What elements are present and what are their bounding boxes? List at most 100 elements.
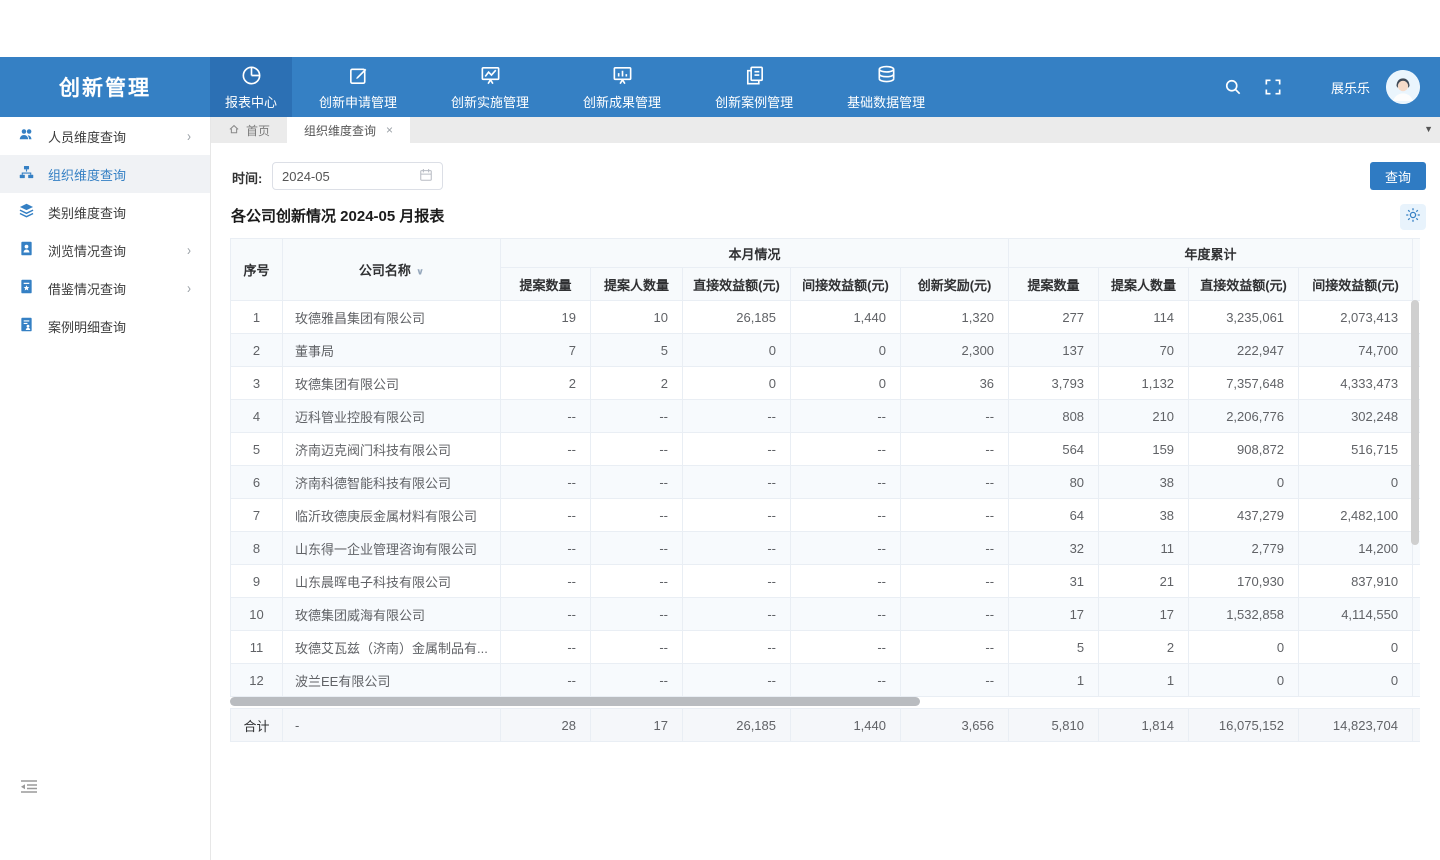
tab-list-dropdown-icon[interactable]: ▼ bbox=[1424, 124, 1433, 134]
table-row[interactable]: 2董事局75002,30013770222,94774,700 bbox=[231, 334, 1421, 367]
date-input[interactable]: 2024-05 bbox=[272, 162, 443, 190]
table-settings-button[interactable] bbox=[1400, 204, 1426, 230]
avatar[interactable] bbox=[1386, 70, 1420, 104]
fullscreen-icon[interactable] bbox=[1263, 77, 1283, 97]
nav-label: 报表中心 bbox=[225, 92, 277, 111]
table-row[interactable]: 1玫德雅昌集团有限公司191026,1851,4401,3202771143,2… bbox=[231, 301, 1421, 334]
cell-month-value: -- bbox=[901, 400, 1009, 433]
cell-month-value: -- bbox=[791, 499, 901, 532]
col-header-company[interactable]: 公司名称 ∨ bbox=[283, 239, 501, 301]
total-label: 合计 bbox=[231, 709, 283, 742]
cell-month-value: -- bbox=[901, 433, 1009, 466]
cell-month-value: -- bbox=[791, 598, 901, 631]
sidebar-item-case-detail[interactable]: 案例明细查询 bbox=[0, 307, 210, 345]
table-row[interactable]: 11玫德艾瓦兹（济南）金属制品有...----------5200 bbox=[231, 631, 1421, 664]
badge-person-icon bbox=[19, 241, 34, 259]
tab-home[interactable]: 首页 bbox=[211, 117, 287, 143]
cell-year-value: 21 bbox=[1099, 565, 1189, 598]
table-row[interactable]: 7临沂玫德庚辰金属材料有限公司----------6438437,2792,48… bbox=[231, 499, 1421, 532]
cell-month-value: -- bbox=[591, 664, 683, 697]
home-icon bbox=[228, 123, 240, 138]
cell-year-value: 437,279 bbox=[1189, 499, 1299, 532]
cell-month-value: -- bbox=[901, 565, 1009, 598]
total-month-value: 28 bbox=[501, 709, 591, 742]
table-row[interactable]: 12波兰EE有限公司----------1100 bbox=[231, 664, 1421, 697]
vertical-scrollbar[interactable] bbox=[1411, 300, 1419, 545]
edit-icon bbox=[347, 64, 370, 90]
cell-month-value: 0 bbox=[791, 367, 901, 400]
cell-company: 山东晨晖电子科技有限公司 bbox=[283, 565, 501, 598]
total-month-value: 1,440 bbox=[791, 709, 901, 742]
tab-label: 首页 bbox=[246, 122, 270, 139]
cell-month-value: -- bbox=[683, 466, 791, 499]
search-button[interactable]: 查询 bbox=[1370, 162, 1426, 190]
tab-org-dimension[interactable]: 组织维度查询 × bbox=[287, 117, 410, 143]
cell-month-value: -- bbox=[591, 499, 683, 532]
cell-month-value: -- bbox=[591, 433, 683, 466]
cell-year-value: 159 bbox=[1099, 433, 1189, 466]
company-header-label: 公司名称 bbox=[359, 263, 411, 278]
cell-month-value: -- bbox=[501, 565, 591, 598]
horizontal-scrollbar[interactable] bbox=[230, 697, 920, 706]
cell-year-value: 3,235,061 bbox=[1189, 301, 1299, 334]
chart-bar-board-icon bbox=[611, 64, 634, 90]
cell-month-value: -- bbox=[901, 466, 1009, 499]
nav-innovation-apply[interactable]: 创新申请管理 bbox=[292, 57, 424, 117]
sidebar-item-label: 借鉴情况查询 bbox=[48, 279, 126, 298]
chevron-right-icon: › bbox=[187, 128, 191, 145]
nav-innovation-case[interactable]: 创新案例管理 bbox=[688, 57, 820, 117]
cell-year-value: 516,715 bbox=[1299, 433, 1413, 466]
cell-company: 玫德雅昌集团有限公司 bbox=[283, 301, 501, 334]
cell-year-value: 222,947 bbox=[1189, 334, 1299, 367]
cell-year-value: 1 bbox=[1009, 664, 1099, 697]
cell-year-value: 17 bbox=[1009, 598, 1099, 631]
cell-month-value: -- bbox=[791, 466, 901, 499]
people-icon bbox=[19, 127, 34, 145]
cell-year-value: 14,200 bbox=[1299, 532, 1413, 565]
table-row[interactable]: 5济南迈克阀门科技有限公司----------564159908,872516,… bbox=[231, 433, 1421, 466]
total-year-value: 16,075,152 bbox=[1189, 709, 1299, 742]
table-row[interactable]: 6济南科德智能科技有限公司----------803800 bbox=[231, 466, 1421, 499]
sidebar-item-browse-status[interactable]: 浏览情况查询 › bbox=[0, 231, 210, 269]
nav-report-center[interactable]: 报表中心 bbox=[210, 57, 292, 117]
cell-year-value: 564 bbox=[1009, 433, 1099, 466]
table-row[interactable]: 9山东晨晖电子科技有限公司----------3121170,930837,91… bbox=[231, 565, 1421, 598]
cell-month-value: -- bbox=[791, 664, 901, 697]
sidebar-item-category-dimension[interactable]: 类别维度查询 bbox=[0, 193, 210, 231]
cell-month-value: -- bbox=[501, 631, 591, 664]
table-row[interactable]: 3玫德集团有限公司2200363,7931,1327,357,6484,333,… bbox=[231, 367, 1421, 400]
cell-year-value: 137 bbox=[1009, 334, 1099, 367]
table-row[interactable]: 10玫德集团威海有限公司----------17171,532,8584,114… bbox=[231, 598, 1421, 631]
cell-month-value: -- bbox=[591, 466, 683, 499]
col-header: 提案人数量 bbox=[1099, 268, 1189, 301]
cell-company: 玫德集团有限公司 bbox=[283, 367, 501, 400]
cell-year-value: 38 bbox=[1099, 466, 1189, 499]
cell-company: 董事局 bbox=[283, 334, 501, 367]
sidebar-item-reference-status[interactable]: 借鉴情况查询 › bbox=[0, 269, 210, 307]
close-icon[interactable]: × bbox=[386, 123, 393, 137]
sidebar-item-label: 浏览情况查询 bbox=[48, 241, 126, 260]
chevron-down-icon[interactable]: ∨ bbox=[416, 268, 424, 278]
search-icon[interactable] bbox=[1223, 77, 1243, 97]
cell-month-value: -- bbox=[501, 466, 591, 499]
sidebar-item-org-dimension[interactable]: 组织维度查询 bbox=[0, 155, 210, 193]
cell-seq: 2 bbox=[231, 334, 283, 367]
table-row[interactable]: 8山东得一企业管理咨询有限公司----------32112,77914,200 bbox=[231, 532, 1421, 565]
nav-innovation-implement[interactable]: 创新实施管理 bbox=[424, 57, 556, 117]
col-header: 间接效益额(元) bbox=[791, 268, 901, 301]
database-icon bbox=[875, 64, 898, 90]
cell-year-value: 74,700 bbox=[1299, 334, 1413, 367]
cell-month-value: -- bbox=[791, 631, 901, 664]
table-row[interactable]: 4迈科管业控股有限公司----------8082102,206,776302,… bbox=[231, 400, 1421, 433]
cell-month-value: 5 bbox=[591, 334, 683, 367]
sidebar-item-person-dimension[interactable]: 人员维度查询 › bbox=[0, 117, 210, 155]
cell-year-value: 2 bbox=[1099, 631, 1189, 664]
cell-month-value: -- bbox=[791, 433, 901, 466]
nav-innovation-achievement[interactable]: 创新成果管理 bbox=[556, 57, 688, 117]
cell-year-value: 2,073,413 bbox=[1299, 301, 1413, 334]
username[interactable]: 展乐乐 bbox=[1331, 78, 1370, 97]
cell-month-value: 7 bbox=[501, 334, 591, 367]
cell-month-value: 0 bbox=[683, 334, 791, 367]
collapse-sidebar-icon[interactable] bbox=[20, 779, 38, 795]
nav-base-data[interactable]: 基础数据管理 bbox=[820, 57, 952, 117]
